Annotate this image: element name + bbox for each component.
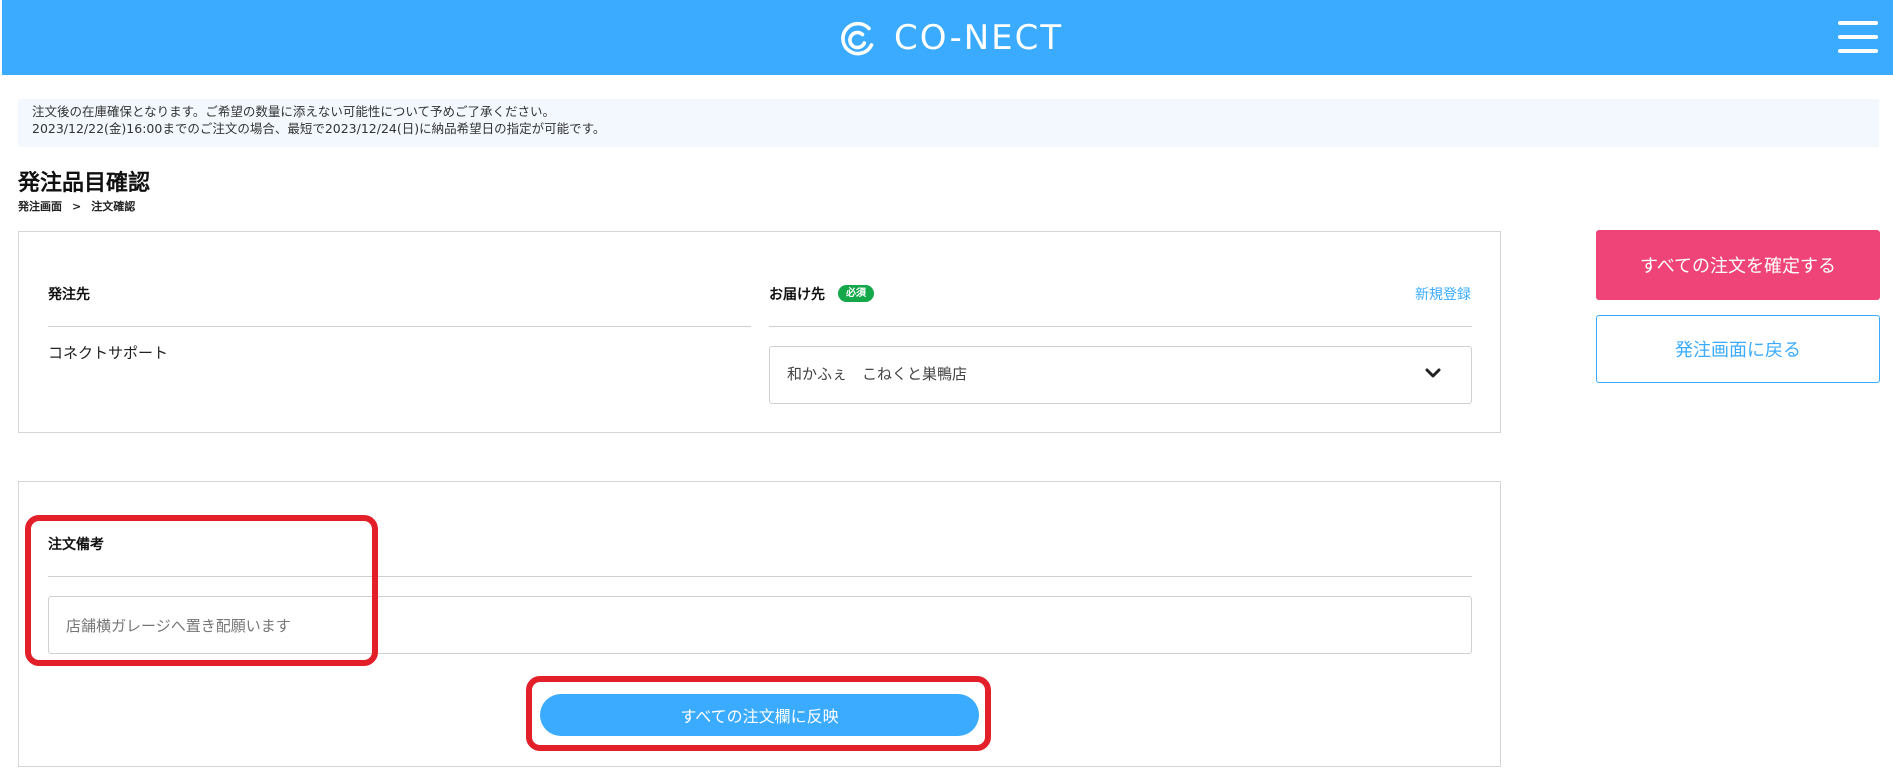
apply-all-orders-button[interactable]: すべての注文欄に反映 [540,694,979,736]
conect-logo-icon [841,21,874,56]
delivery-label: お届け先 [769,287,825,303]
conect-logo[interactable]: CO-NECT [838,16,1063,60]
delivery-divider [769,326,1472,327]
breadcrumb: 発注画面 > 注文確認 [18,198,135,214]
breadcrumb-item-confirm: 注文確認 [91,200,136,213]
stock-notice: 注文後の在庫確保となります。ご希望の数量に添えない可能性について予めご了承くださ… [18,99,1879,147]
page-title: 発注品目確認 [18,171,151,196]
remarks-divider [48,576,1472,577]
required-badge: 必須 [838,285,874,302]
notice-line-1: 注文後の在庫確保となります。ご希望の数量に添えない可能性について予めご了承くださ… [32,104,556,119]
supplier-value: コネクトサポート [48,344,169,362]
breadcrumb-separator: > [72,200,82,213]
order-info-card: 発注先 コネクトサポート お届け先 必須 新規登録 和かふぇ こねくと巣鴨店 [18,231,1501,433]
remarks-input[interactable] [48,596,1472,654]
confirm-all-orders-button[interactable]: すべての注文を確定する [1596,230,1880,300]
supplier-divider [48,326,751,327]
logo-text: CO-NECT [894,18,1064,58]
delivery-select[interactable]: 和かふぇ こねくと巣鴨店 [769,346,1472,404]
breadcrumb-item-order[interactable]: 発注画面 [18,200,62,213]
new-register-link[interactable]: 新規登録 [1415,284,1471,304]
order-remarks-card: 注文備考 すべての注文欄に反映 [18,481,1501,767]
notice-line-2: 2023/12/22(金)16:00までのご注文の場合、最短で2023/12/2… [32,121,606,136]
chevron-down-icon [1425,368,1441,378]
supplier-label: 発注先 [48,287,90,303]
back-to-order-button[interactable]: 発注画面に戻る [1596,315,1880,383]
app-header: CO-NECT [2,0,1893,75]
remarks-label: 注文備考 [48,537,104,553]
delivery-selected-value: 和かふぇ こねくと巣鴨店 [787,365,968,383]
hamburger-menu-icon[interactable] [1838,20,1878,54]
